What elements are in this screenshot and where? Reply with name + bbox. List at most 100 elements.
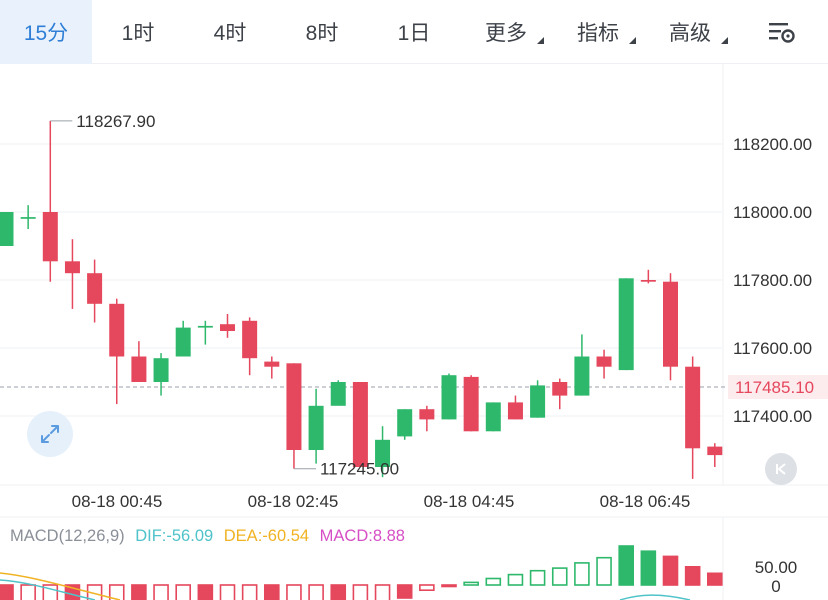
- tab-15m[interactable]: 15分: [0, 0, 92, 64]
- macd-axis-label: 0: [771, 577, 780, 596]
- candle-body: [197, 325, 213, 328]
- candle-body: [109, 303, 125, 357]
- candle-body: [707, 446, 723, 456]
- macd-histogram-bar: [662, 555, 679, 586]
- tab-1h[interactable]: 1时: [92, 0, 184, 64]
- macd-dif-value: DIF:-56.09: [135, 527, 214, 545]
- macd-dea-value: DEA:-60.54: [223, 527, 310, 545]
- macd-histogram-bar: [153, 584, 169, 600]
- candle-body: [352, 382, 368, 467]
- tab-label: 高级: [669, 21, 711, 45]
- macd-histogram-bar: [596, 556, 612, 586]
- macd-histogram-bar: [286, 584, 302, 600]
- time-axis-label: 08-18 00:45: [72, 492, 163, 511]
- tab-label: 15分: [23, 21, 69, 45]
- tab-label: 4时: [213, 21, 247, 45]
- candles-layer: [0, 120, 723, 479]
- macd-histogram-bar: [308, 584, 324, 600]
- candle-body: [685, 366, 701, 449]
- macd-histogram-bar: [131, 584, 147, 600]
- candle-body: [87, 273, 103, 304]
- time-axis-label: 08-18 04:45: [424, 492, 515, 511]
- tab-8h[interactable]: 8时: [276, 0, 368, 64]
- candle-body: [574, 356, 590, 396]
- candle-body: [0, 212, 14, 246]
- skip-back-icon: [776, 463, 786, 475]
- macd-histogram-bar: [618, 545, 635, 586]
- macd-histogram-bar: [574, 562, 590, 586]
- macd-layer: [0, 545, 723, 600]
- candle-body: [175, 327, 191, 357]
- macd-axis-label: 50.00: [755, 558, 798, 577]
- macd-histogram-bar: [507, 573, 524, 586]
- tab-label: 更多: [485, 21, 527, 45]
- chart-settings-icon: [769, 22, 795, 43]
- candle-body: [640, 280, 656, 282]
- tab-4h[interactable]: 4时: [184, 0, 276, 64]
- candle-body: [485, 402, 501, 432]
- macd-histogram-bar: [441, 584, 457, 588]
- tab-more[interactable]: 更多: [460, 0, 552, 64]
- macd-histogram-bar: [706, 572, 723, 586]
- macd-histogram-bar: [529, 569, 546, 586]
- macd-histogram-bar: [263, 584, 280, 600]
- candle-body: [264, 361, 280, 367]
- candle-body: [596, 356, 612, 367]
- candle-body: [20, 217, 36, 219]
- candle-body: [397, 409, 413, 437]
- macd-histogram-bar: [374, 584, 391, 600]
- candle-body: [242, 320, 258, 359]
- expand-icon: [41, 425, 59, 443]
- price-axis-label: 117800.00: [733, 271, 812, 290]
- macd-histogram-bar: [396, 584, 413, 599]
- dropdown-triangle-icon: [537, 36, 544, 44]
- fullscreen-button[interactable]: [27, 411, 73, 457]
- macd-histogram-bar: [0, 584, 14, 600]
- chart-settings-button[interactable]: [736, 0, 828, 64]
- candle-body: [153, 358, 169, 382]
- candle-body: [618, 278, 634, 371]
- macd-histogram-bar: [175, 584, 191, 600]
- macd-histogram-bar: [352, 584, 369, 600]
- candle-body: [507, 402, 523, 420]
- price-axis-label: 117600.00: [733, 339, 812, 358]
- candle-body: [552, 382, 568, 396]
- tab-1d[interactable]: 1日: [368, 0, 460, 64]
- candle-body: [419, 409, 435, 420]
- macd-histogram-bar: [485, 577, 502, 586]
- tab-indicators[interactable]: 指标: [552, 0, 644, 64]
- candlestick-chart[interactable]: 118200.00 118000.00 117800.00 117600.00 1174…: [0, 64, 828, 600]
- macd-macd-value: MACD:8.88: [319, 527, 405, 545]
- macd-legend: MACD(12,26,9) DIF:-56.09 DEA:-60.54 MACD…: [10, 527, 411, 546]
- candle-body: [441, 375, 457, 420]
- price-axis-label: 117400.00: [733, 407, 812, 426]
- tab-label: 指标: [577, 21, 619, 45]
- candle-body: [131, 356, 147, 382]
- dropdown-triangle-icon: [721, 36, 728, 44]
- macd-histogram-bar: [219, 584, 236, 600]
- macd-title: MACD(12,26,9): [10, 527, 125, 545]
- macd-histogram-bar: [640, 550, 657, 586]
- timeframe-tabbar: 15分 1时 4时 8时 1日 更多 指标 高级: [0, 0, 828, 64]
- low-price-label: 117245.00: [320, 460, 399, 479]
- candle-body: [64, 261, 80, 274]
- current-price-label: 117485.10: [735, 378, 814, 397]
- tab-advanced[interactable]: 高级: [644, 0, 736, 64]
- dropdown-triangle-icon: [629, 36, 636, 44]
- dif-line-right: [619, 594, 691, 600]
- candle-body: [42, 212, 58, 262]
- macd-histogram-bar: [551, 567, 568, 586]
- macd-histogram-bar: [241, 584, 258, 600]
- candle-body: [286, 363, 302, 450]
- candle-body: [308, 405, 324, 450]
- macd-histogram-bar: [684, 565, 701, 586]
- macd-histogram-bar: [463, 581, 479, 586]
- high-price-label: 118267.90: [76, 112, 155, 131]
- macd-histogram-bar: [197, 584, 214, 600]
- tab-label: 1时: [121, 21, 155, 45]
- macd-histogram-bar: [20, 584, 36, 600]
- scroll-to-latest-button[interactable]: [765, 453, 797, 485]
- tab-label: 8时: [305, 21, 339, 45]
- candle-body: [463, 376, 479, 432]
- macd-histogram-bar: [330, 584, 347, 600]
